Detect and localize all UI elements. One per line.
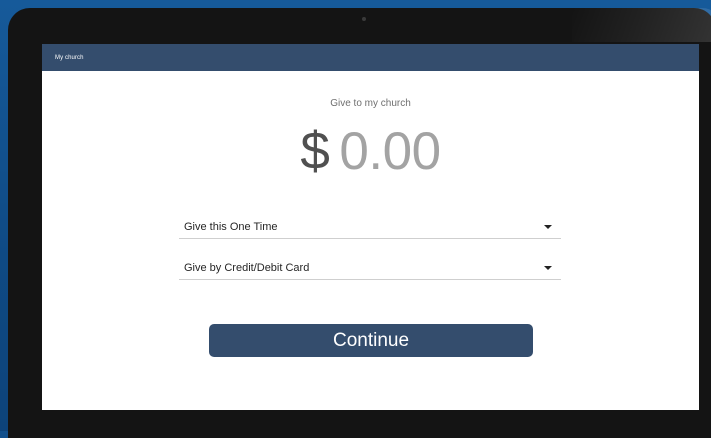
currency-symbol: $ [300,122,330,181]
amount-input[interactable]: $0.00 [42,122,699,182]
payment-method-dropdown[interactable]: Give by Credit/Debit Card [179,256,561,280]
amount-value[interactable]: 0.00 [339,122,441,181]
frequency-dropdown[interactable]: Give this One Time [179,215,561,239]
continue-button[interactable]: Continue [209,324,533,357]
payment-method-selected-value: Give by Credit/Debit Card [184,261,310,274]
camera-icon [362,17,366,21]
bezel-glare [572,8,711,42]
app-header-bar: My church [42,44,699,71]
tablet-device-frame: My church Give to my church $0.00 Give t… [8,8,711,438]
give-heading: Give to my church [330,98,411,109]
caret-down-icon[interactable] [544,224,552,229]
app-screen: My church Give to my church $0.00 Give t… [42,44,699,410]
app-title: My church [55,54,84,61]
frequency-selected-value: Give this One Time [184,220,278,233]
caret-down-icon[interactable] [544,265,552,270]
